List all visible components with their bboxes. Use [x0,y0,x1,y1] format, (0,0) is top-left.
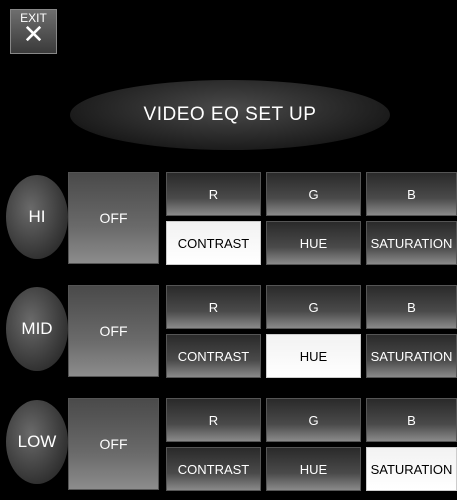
mid-b-button[interactable]: B [366,285,457,329]
mid-r-button[interactable]: R [166,285,261,329]
row-label-low: LOW [6,400,68,484]
low-r-button[interactable]: R [166,398,261,442]
row-label-hi: HI [6,175,68,259]
low-hue-button[interactable]: HUE [266,447,361,491]
hi-g-button[interactable]: G [266,172,361,216]
mid-saturation-button[interactable]: SATURATION [366,334,457,378]
hi-off-button[interactable]: OFF [68,172,159,264]
mid-g-button[interactable]: G [266,285,361,329]
hi-b-button[interactable]: B [366,172,457,216]
low-contrast-button[interactable]: CONTRAST [166,447,261,491]
low-b-button[interactable]: B [366,398,457,442]
low-g-button[interactable]: G [266,398,361,442]
hi-hue-button[interactable]: HUE [266,221,361,265]
mid-contrast-button[interactable]: CONTRAST [166,334,261,378]
low-saturation-button[interactable]: SATURATION [366,447,457,491]
title-panel: VIDEO EQ SET UP [70,80,390,150]
page-title: VIDEO EQ SET UP [143,104,317,125]
hi-contrast-button[interactable]: CONTRAST [166,221,261,265]
low-off-button[interactable]: OFF [68,398,159,490]
mid-hue-button[interactable]: HUE [266,334,361,378]
hi-saturation-button[interactable]: SATURATION [366,221,457,265]
mid-off-button[interactable]: OFF [68,285,159,377]
exit-button[interactable]: EXIT ✕ [10,9,57,54]
row-label-mid: MID [6,287,68,371]
close-icon: ✕ [22,19,45,49]
hi-r-button[interactable]: R [166,172,261,216]
